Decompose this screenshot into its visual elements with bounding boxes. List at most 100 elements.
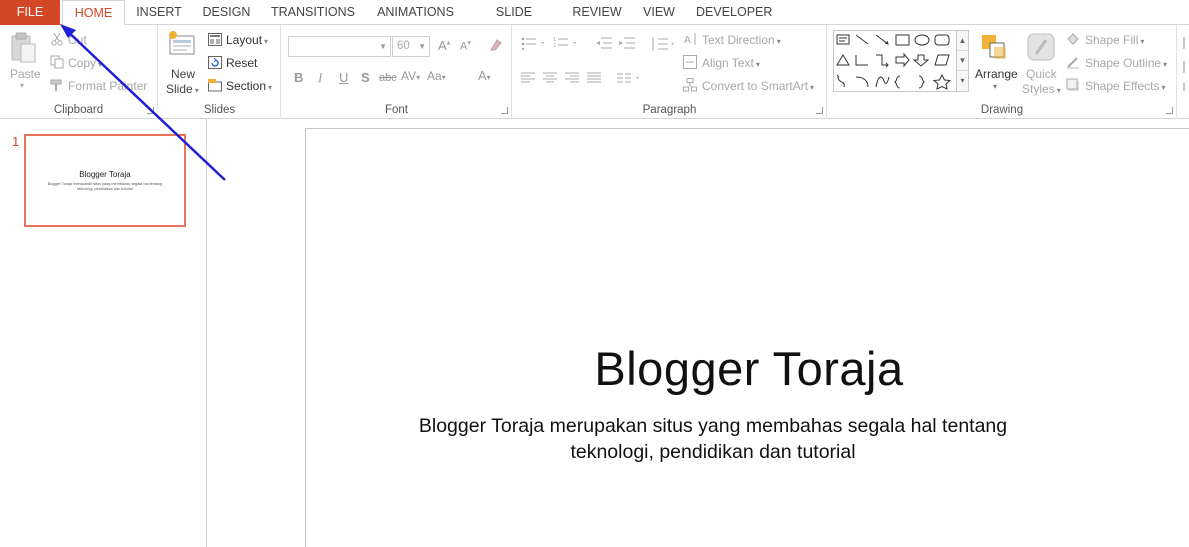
cut-button[interactable]: Cut	[68, 33, 87, 47]
character-spacing-icon[interactable]: AV▾	[401, 69, 420, 83]
slide-subtitle-line-2: teknologi, pendidikan dan tutorial	[570, 441, 856, 463]
shapes-gallery[interactable]: ▲ ▼ ▾	[833, 30, 969, 92]
strikethrough-icon[interactable]: abc	[379, 72, 397, 84]
section-button[interactable]: Section	[226, 79, 272, 93]
font-dialog-launcher-icon[interactable]	[501, 107, 508, 114]
tab-design[interactable]: DESIGN	[200, 0, 253, 25]
slides-group-label: Slides	[203, 104, 236, 116]
align-left-icon[interactable]	[521, 72, 535, 87]
align-right-icon[interactable]	[565, 72, 579, 87]
text-shadow-icon[interactable]: S	[361, 70, 370, 85]
clipboard-group: Paste ▾ Cut Copy Format Painter Clipboar…	[0, 25, 158, 119]
tab-home[interactable]: HOME	[62, 0, 125, 26]
copy-button[interactable]: Copy	[68, 56, 102, 70]
bullets-icon[interactable]	[521, 36, 547, 53]
slide-canvas[interactable]: Blogger Toraja Blogger Toraja merupakan …	[305, 128, 1189, 547]
text-direction-button[interactable]: Text Direction	[702, 33, 781, 47]
change-case-icon[interactable]: Aa▾	[427, 69, 446, 83]
layout-icon	[208, 33, 222, 49]
slide-thumbnail-number: 1	[12, 134, 20, 149]
shape-effects-icon	[1066, 78, 1080, 95]
shape-effects-button[interactable]: Shape Effects	[1085, 79, 1166, 93]
align-text-button[interactable]: Align Text	[702, 56, 760, 70]
shape-fill-button[interactable]: Shape Fill	[1085, 33, 1144, 47]
editing-group-partial-icon[interactable]	[1181, 33, 1189, 96]
tab-transitions[interactable]: TRANSITIONS	[270, 0, 356, 25]
paragraph-dialog-launcher-icon[interactable]	[816, 107, 823, 114]
font-name-dropdown-icon[interactable]: ▼	[379, 37, 387, 56]
clipboard-dialog-launcher-icon[interactable]	[147, 107, 154, 114]
new-slide-button[interactable]: Slide	[166, 82, 199, 96]
tab-review[interactable]: REVIEW	[570, 0, 624, 25]
paragraph-group: 12 A Text Direction Align Text Convert t…	[513, 25, 827, 119]
convert-smartart-button[interactable]: Convert to SmartArt	[702, 79, 814, 93]
bold-icon[interactable]: B	[294, 70, 303, 85]
font-size-combo[interactable]: 60 ▼	[392, 36, 430, 57]
font-color-icon[interactable]: A▾	[478, 68, 491, 83]
underline-icon[interactable]: U	[339, 70, 348, 85]
drawing-dialog-launcher-icon[interactable]	[1166, 107, 1173, 114]
clear-formatting-icon[interactable]	[489, 38, 503, 55]
increase-font-size-icon[interactable]: A▴	[438, 38, 450, 53]
shape-outline-icon	[1066, 55, 1080, 72]
paste-dropdown-icon[interactable]: ▾	[20, 81, 24, 90]
font-group: ▼ 60 ▼ A▴ A▾ B I U S abc AV▾ Aa▾ A▾ Font	[282, 25, 512, 119]
paste-button[interactable]: Paste	[10, 67, 41, 81]
numbering-icon[interactable]: 12	[553, 36, 579, 53]
arrange-button[interactable]: Arrange	[975, 67, 1018, 81]
tab-view[interactable]: VIEW	[640, 0, 678, 25]
format-painter-button[interactable]: Format Painter	[68, 79, 147, 93]
line-spacing-icon[interactable]	[650, 36, 676, 55]
decrease-font-size-icon[interactable]: A▾	[460, 39, 471, 53]
gallery-scrollbar[interactable]: ▲ ▼ ▾	[956, 31, 968, 91]
tab-insert[interactable]: INSERT	[135, 0, 183, 25]
quick-styles-icon[interactable]	[1026, 32, 1056, 65]
ribbon-home: Paste ▾ Cut Copy Format Painter Clipboar…	[0, 25, 1189, 119]
reset-button[interactable]: Reset	[226, 56, 257, 70]
tab-developer[interactable]: DEVELOPER	[696, 0, 772, 25]
new-slide-label-1[interactable]: New	[171, 67, 195, 81]
tab-slide-show[interactable]: SLIDE SHOW	[475, 0, 553, 44]
align-center-icon[interactable]	[543, 72, 557, 87]
gallery-scroll-down-icon[interactable]: ▼	[957, 51, 968, 71]
font-name-combo[interactable]: ▼	[288, 36, 391, 57]
thumbnail-title: Blogger Toraja	[79, 170, 131, 179]
slide-title[interactable]: Blogger Toraja	[276, 341, 1189, 396]
clipboard-group-label: Clipboard	[53, 104, 104, 116]
font-group-label: Font	[384, 104, 408, 116]
gallery-scroll-up-icon[interactable]: ▲	[957, 31, 968, 51]
smartart-icon	[683, 78, 697, 95]
italic-icon[interactable]: I	[318, 70, 322, 86]
quick-styles-label-1[interactable]: Quick	[1026, 67, 1057, 81]
columns-icon[interactable]	[617, 72, 643, 87]
svg-text:2: 2	[553, 43, 556, 49]
slide-subtitle[interactable]: Blogger Toraja merupakan situs yang memb…	[350, 413, 1076, 465]
justify-icon[interactable]	[587, 72, 601, 87]
text-direction-icon: A	[683, 32, 697, 49]
drawing-group: ▲ ▼ ▾ Arrange ▾ Quick Styles Shape Fill …	[828, 25, 1177, 119]
slide-thumbnail[interactable]: Blogger Toraja Blogger Toraja merupakan …	[24, 134, 186, 227]
font-size-value: 60	[397, 40, 410, 52]
tab-animations[interactable]: ANIMATIONS	[372, 0, 459, 25]
drawing-group-label: Drawing	[980, 104, 1024, 116]
format-painter-icon	[50, 78, 64, 95]
slide-editing-area: Blogger Toraja Blogger Toraja merupakan …	[208, 119, 1189, 547]
reset-icon	[208, 56, 222, 72]
gallery-more-icon[interactable]: ▾	[957, 71, 968, 91]
font-size-dropdown-icon[interactable]: ▼	[418, 37, 426, 56]
thumbnail-subtitle: Blogger Toraja merupakan situs yang memb…	[47, 182, 163, 191]
increase-indent-icon[interactable]	[618, 36, 636, 53]
shape-fill-icon	[1066, 32, 1080, 49]
decrease-indent-icon[interactable]	[595, 36, 613, 53]
shape-outline-button[interactable]: Shape Outline	[1085, 56, 1167, 70]
quick-styles-button[interactable]: Styles	[1022, 82, 1061, 96]
new-slide-icon[interactable]	[167, 30, 197, 65]
copy-icon	[50, 55, 64, 72]
layout-button[interactable]: Layout	[226, 33, 268, 47]
arrange-dropdown-icon[interactable]: ▾	[993, 82, 997, 91]
arrange-icon[interactable]	[980, 33, 1010, 66]
tab-file[interactable]: FILE	[0, 0, 60, 25]
slide-subtitle-line-1: Blogger Toraja merupakan situs yang memb…	[418, 415, 1008, 437]
paste-icon[interactable]	[9, 32, 37, 67]
shapes-gallery-icons	[836, 34, 952, 90]
